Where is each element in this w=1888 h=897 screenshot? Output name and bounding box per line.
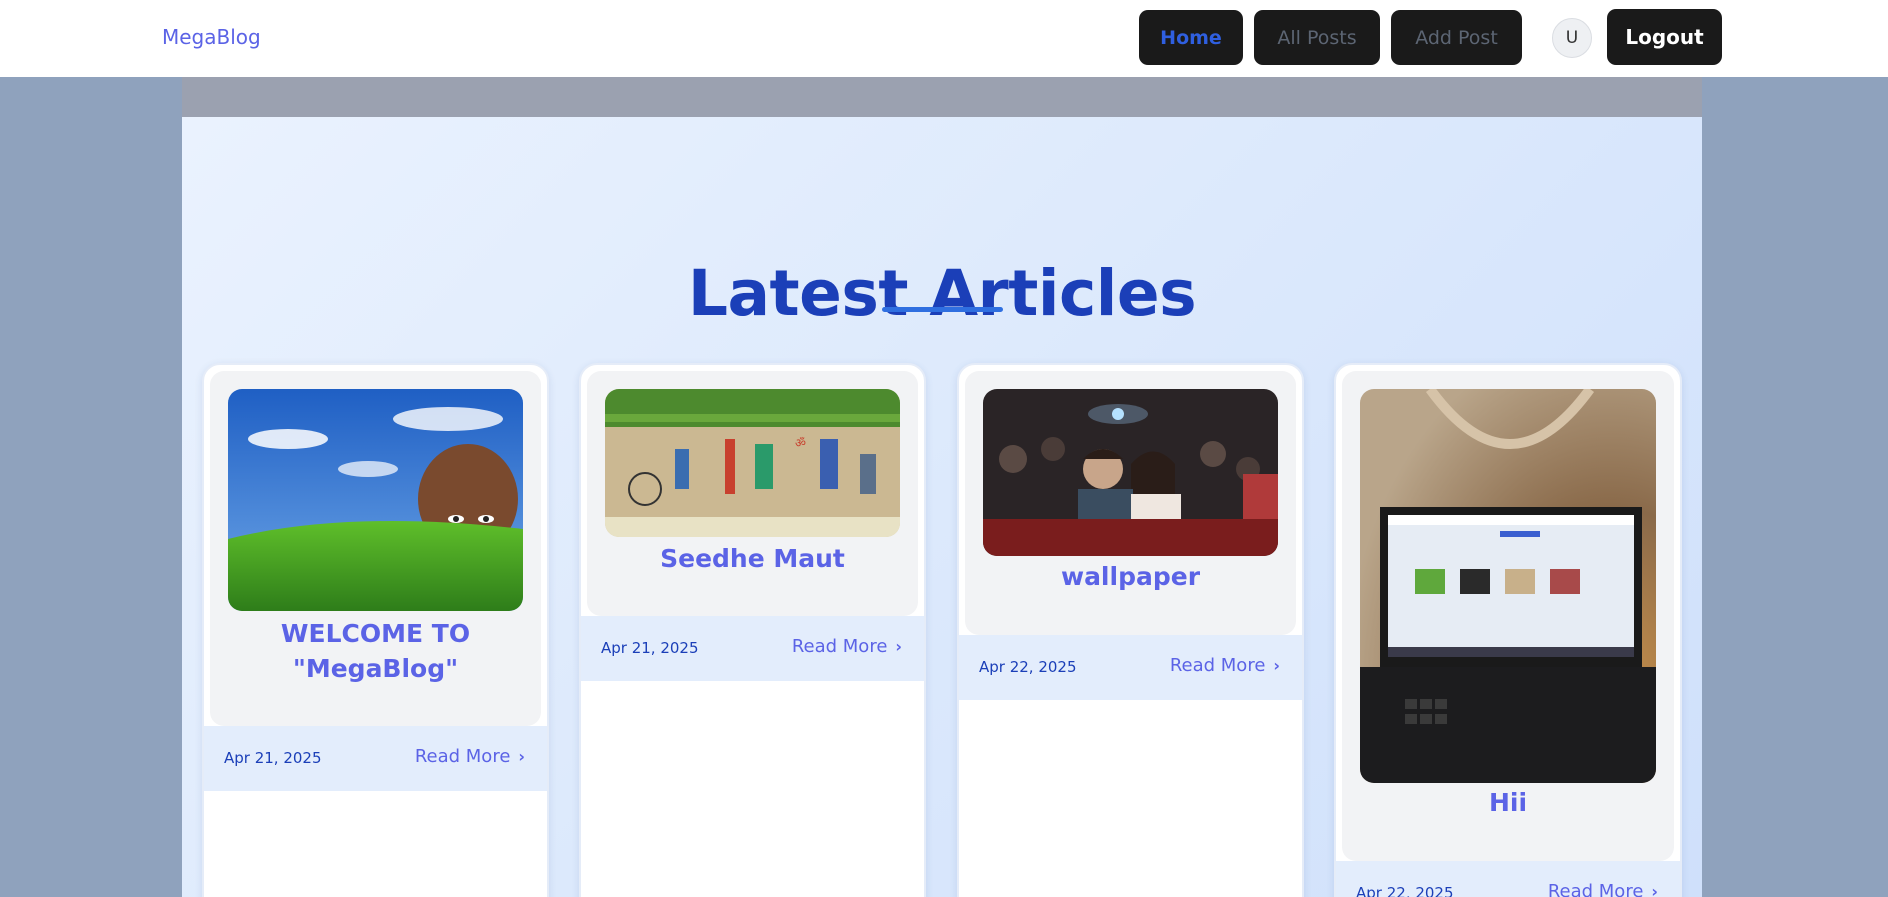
mural-image: ॐ [605, 389, 900, 537]
post-card-header: Hii [1342, 371, 1674, 861]
articles-panel: Latest Articles WELCOME TO "MegaBlog" Ap… [182, 117, 1702, 897]
post-image-cinema[interactable] [983, 389, 1278, 556]
user-avatar[interactable]: U [1552, 18, 1592, 58]
post-title[interactable]: WELCOME TO "MegaBlog" [220, 616, 531, 686]
chevron-right-icon: › [518, 747, 525, 766]
nav-all-posts-button[interactable]: All Posts [1254, 10, 1380, 65]
read-more-link[interactable]: Read More › [792, 636, 902, 657]
post-card-header: ॐ Seedhe Maut [587, 371, 918, 616]
top-band [182, 77, 1702, 117]
nav-home-button[interactable]: Home [1139, 10, 1243, 65]
post-card-footer: Apr 21, 2025 Read More › [204, 726, 547, 791]
post-card-header: WELCOME TO "MegaBlog" [210, 371, 541, 726]
chevron-right-icon: › [1651, 882, 1658, 897]
laptop-photo-image [1360, 389, 1656, 783]
read-more-label: Read More [1169, 655, 1266, 676]
brand-logo[interactable]: MegaBlog [162, 25, 261, 49]
page-title: Latest Articles [687, 257, 1197, 330]
read-more-label: Read More [414, 746, 511, 767]
post-card-footer: Apr 21, 2025 Read More › [581, 616, 924, 681]
post-image-mural[interactable]: ॐ [605, 389, 900, 537]
logout-button[interactable]: Logout [1607, 9, 1722, 65]
post-image-laptop[interactable] [1360, 389, 1656, 783]
post-card-footer: Apr 22, 2025 Read More › [959, 635, 1302, 700]
post-card-footer: Apr 22, 2025 Read More › [1336, 861, 1680, 897]
post-card[interactable]: WELCOME TO "MegaBlog" Apr 21, 2025 Read … [202, 363, 549, 897]
post-image-bliss[interactable] [228, 389, 523, 611]
read-more-label: Read More [791, 636, 888, 657]
svg-text:ॐ: ॐ [795, 436, 806, 450]
chevron-right-icon: › [1273, 656, 1280, 675]
post-date: Apr 21, 2025 [601, 639, 699, 657]
post-card[interactable]: Hii Apr 22, 2025 Read More › [1334, 363, 1682, 897]
post-date: Apr 22, 2025 [1356, 884, 1454, 897]
post-title-line: WELCOME TO [280, 619, 471, 648]
navbar: MegaBlog Home All Posts Add Post U Logou… [0, 0, 1888, 77]
read-more-link[interactable]: Read More › [1170, 655, 1280, 676]
read-more-link[interactable]: Read More › [415, 746, 525, 767]
post-title-line: "MegaBlog" [292, 654, 459, 683]
post-title[interactable]: Seedhe Maut [597, 541, 908, 576]
post-card[interactable]: ॐ Seedhe Maut Apr 21, 2025 Read More › [579, 363, 926, 897]
landscape-image [228, 389, 523, 611]
read-more-label: Read More [1547, 881, 1644, 897]
nav-add-post-button[interactable]: Add Post [1391, 10, 1522, 65]
main-container: Latest Articles WELCOME TO "MegaBlog" Ap… [182, 77, 1702, 897]
post-title[interactable]: Hii [1352, 785, 1664, 820]
post-card-header: wallpaper [965, 371, 1296, 635]
post-card[interactable]: wallpaper Apr 22, 2025 Read More › [957, 363, 1304, 897]
post-date: Apr 21, 2025 [224, 749, 322, 767]
read-more-link[interactable]: Read More › [1548, 881, 1658, 897]
title-underline [882, 307, 1003, 312]
post-date: Apr 22, 2025 [979, 658, 1077, 676]
cinema-image [983, 389, 1278, 556]
chevron-right-icon: › [895, 637, 902, 656]
post-title[interactable]: wallpaper [975, 559, 1286, 594]
